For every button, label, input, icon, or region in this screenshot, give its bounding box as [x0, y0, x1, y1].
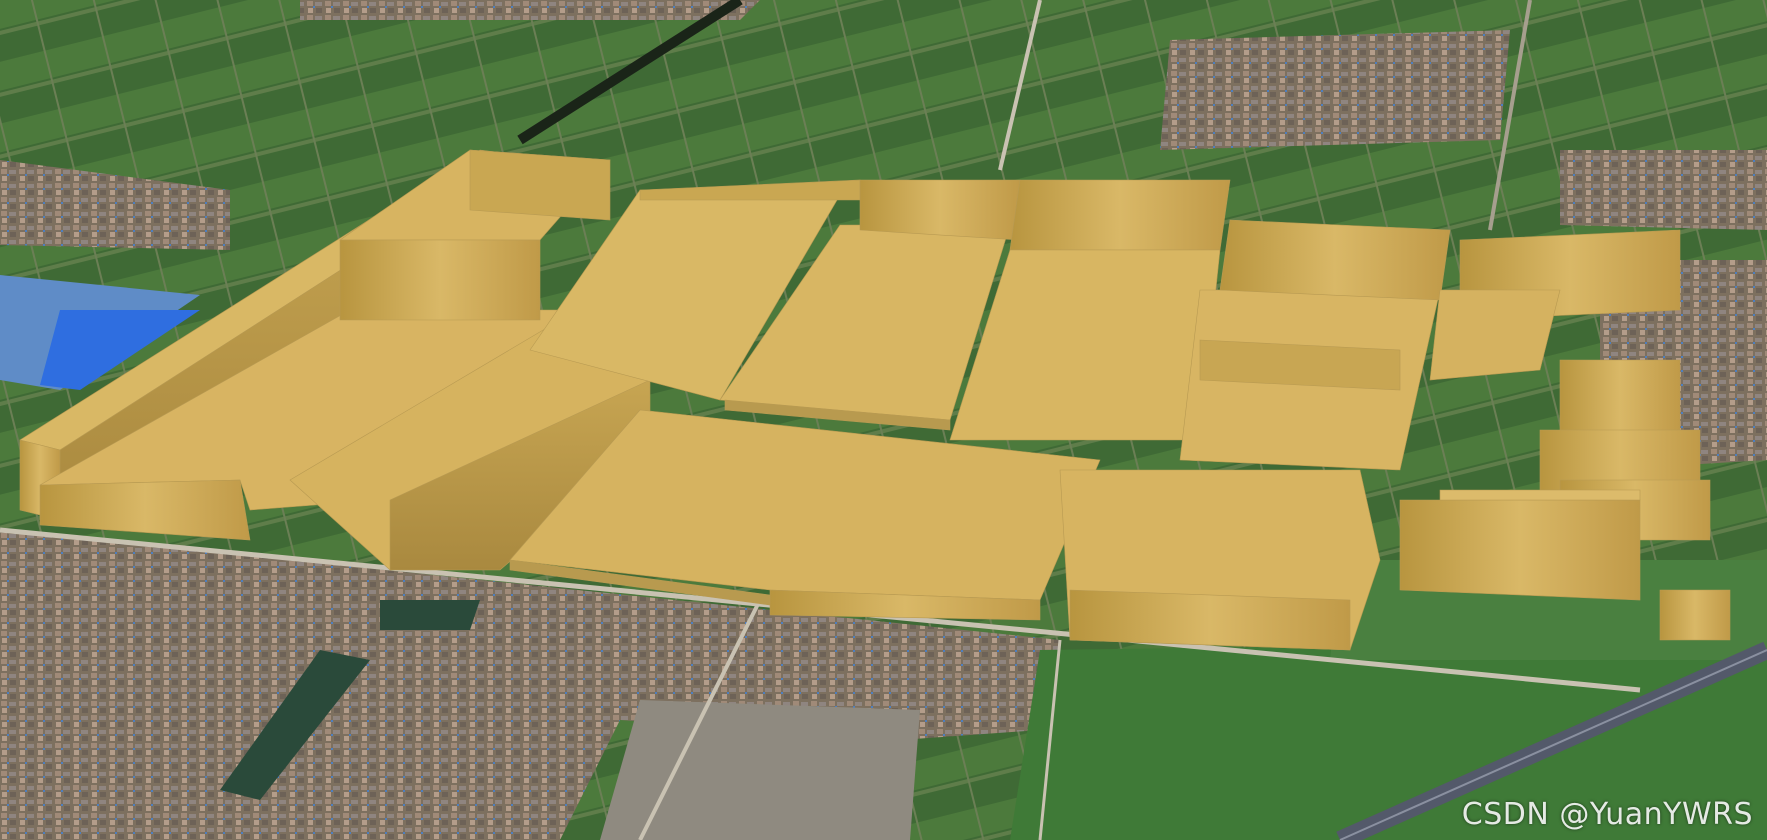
scene-svg[interactable] [0, 0, 1767, 840]
map-viewport[interactable]: CSDN @YuanYWRS [0, 0, 1767, 840]
watermark: CSDN @YuanYWRS [1461, 797, 1753, 832]
building[interactable] [1059, 469, 1381, 651]
